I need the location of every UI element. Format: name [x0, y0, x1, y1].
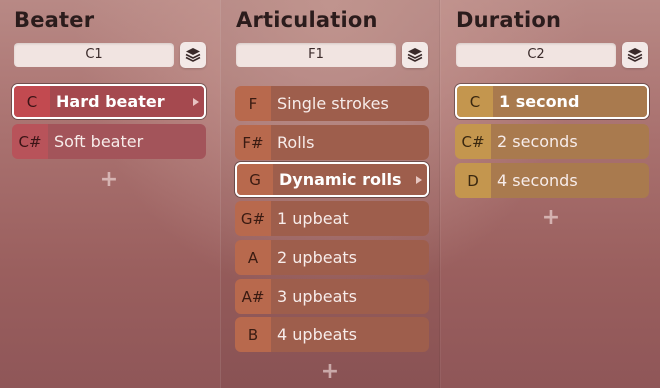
- duration-item-1-second[interactable]: C 1 second: [455, 84, 649, 119]
- articulation-layers-button[interactable]: [402, 42, 428, 68]
- articulation-column: Articulation F1 F Single strokes F# Roll…: [220, 0, 440, 388]
- item-label: 4 upbeats: [271, 317, 429, 352]
- key-label: A: [235, 240, 271, 275]
- articulation-item-4-upbeats[interactable]: B 4 upbeats: [235, 317, 429, 352]
- layers-icon: [627, 48, 643, 62]
- item-label: 4 seconds: [491, 163, 649, 198]
- articulation-key-field[interactable]: F1: [236, 43, 396, 67]
- key-label: F: [235, 86, 271, 121]
- key-label: A#: [235, 279, 271, 314]
- beater-title: Beater: [14, 8, 95, 32]
- triangle-right-icon: [411, 164, 427, 195]
- articulation-item-2-upbeats[interactable]: A 2 upbeats: [235, 240, 429, 275]
- key-label: B: [235, 317, 271, 352]
- item-label: Soft beater: [48, 124, 206, 159]
- layers-icon: [185, 48, 201, 62]
- articulation-title: Articulation: [236, 8, 378, 32]
- item-label: 2 seconds: [491, 124, 649, 159]
- duration-title: Duration: [456, 8, 562, 32]
- beater-key-field[interactable]: C1: [14, 43, 174, 67]
- articulation-item-1-upbeat[interactable]: G# 1 upbeat: [235, 201, 429, 236]
- duration-add-button[interactable]: +: [541, 207, 561, 229]
- item-label: 1 second: [493, 86, 647, 117]
- item-label: Rolls: [271, 125, 429, 160]
- articulation-item-rolls[interactable]: F# Rolls: [235, 125, 429, 160]
- beater-item-hard[interactable]: C Hard beater: [12, 84, 206, 119]
- item-label: 2 upbeats: [271, 240, 429, 275]
- key-label: F#: [235, 125, 271, 160]
- duration-column: Duration C2 C 1 second C# 2 seconds D 4 …: [440, 0, 660, 388]
- item-label: Dynamic rolls: [273, 164, 411, 195]
- articulation-item-single-strokes[interactable]: F Single strokes: [235, 86, 429, 121]
- beater-add-button[interactable]: +: [99, 169, 119, 191]
- key-label: G#: [235, 201, 271, 236]
- key-label: C: [14, 86, 50, 117]
- layers-icon: [407, 48, 423, 62]
- key-label: D: [455, 163, 491, 198]
- articulation-item-dynamic-rolls[interactable]: G Dynamic rolls: [235, 162, 429, 197]
- duration-item-2-seconds[interactable]: C# 2 seconds: [455, 124, 649, 159]
- duration-item-4-seconds[interactable]: D 4 seconds: [455, 163, 649, 198]
- beater-layers-button[interactable]: [180, 42, 206, 68]
- triangle-right-icon: [188, 86, 204, 117]
- key-label: C: [457, 86, 493, 117]
- articulation-item-3-upbeats[interactable]: A# 3 upbeats: [235, 279, 429, 314]
- beater-item-soft[interactable]: C# Soft beater: [12, 124, 206, 159]
- key-label: C#: [455, 124, 491, 159]
- duration-key-field[interactable]: C2: [456, 43, 616, 67]
- beater-column: Beater C1 C Hard beater C# Soft beater +: [0, 0, 220, 388]
- key-label: C#: [12, 124, 48, 159]
- duration-layers-button[interactable]: [622, 42, 648, 68]
- articulation-add-button[interactable]: +: [320, 361, 340, 383]
- item-label: 3 upbeats: [271, 279, 429, 314]
- key-label: G: [237, 164, 273, 195]
- item-label: Single strokes: [271, 86, 429, 121]
- item-label: 1 upbeat: [271, 201, 429, 236]
- item-label: Hard beater: [50, 86, 188, 117]
